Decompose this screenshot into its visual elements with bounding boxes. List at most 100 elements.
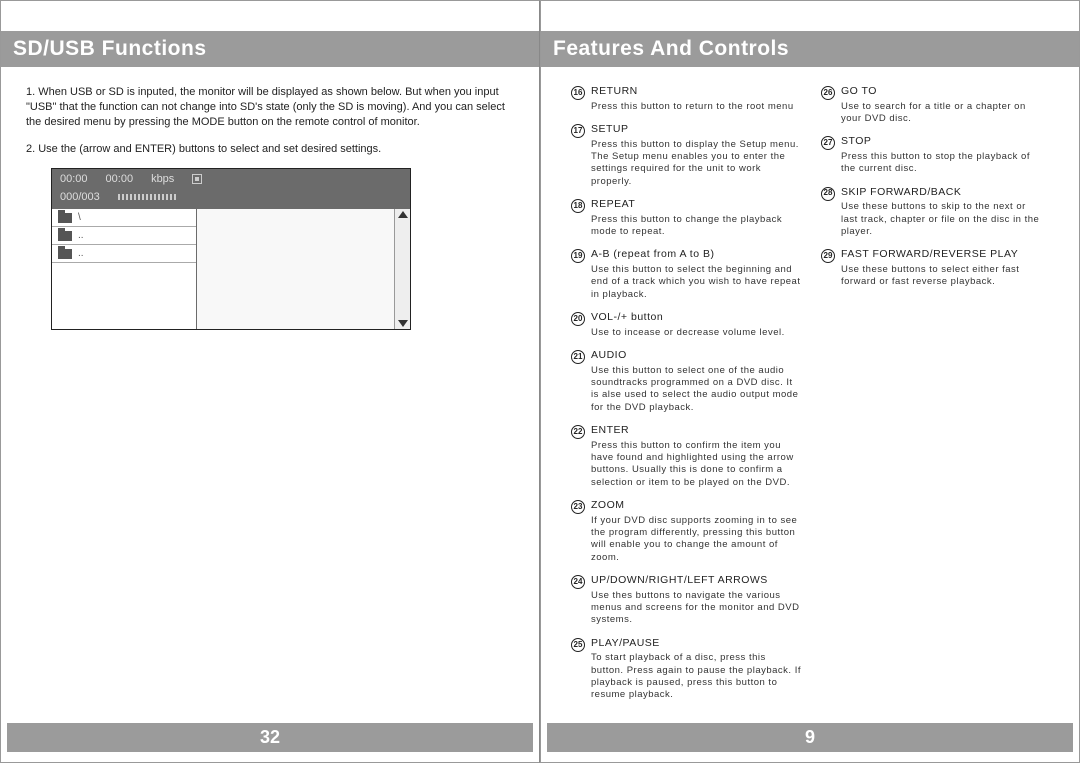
feature-title: UP/DOWN/RIGHT/LEFT ARROWS: [591, 574, 801, 588]
feature-title: GO TO: [841, 85, 1041, 99]
right-page-title: Features And Controls: [541, 31, 1079, 67]
feature-description: Press this button to confirm the item yo…: [591, 440, 801, 489]
feature-number-icon: 18: [571, 199, 585, 213]
feature-description: Use to incease or decrease volume level.: [591, 327, 785, 339]
list-item: \: [52, 209, 196, 227]
feature-text: ZOOM If your DVD disc supports zooming in…: [591, 499, 801, 564]
feature-description: Use thes buttons to navigate the various…: [591, 590, 801, 627]
folder-icon: [58, 213, 72, 223]
feature-item: 16 RETURNPress this button to return to t…: [571, 85, 801, 113]
progress-bar-icon: [118, 194, 178, 200]
paragraph-1: 1. When USB or SD is inputed, the monito…: [26, 85, 514, 130]
right-page-number: 9: [547, 723, 1073, 752]
scrollbar: [394, 209, 410, 329]
feature-item: 26 GO TOUse to search for a title or a ch…: [821, 85, 1041, 125]
feature-item: 18 REPEAT Press this button to change the …: [571, 198, 801, 238]
feature-title: ENTER: [591, 424, 801, 438]
feature-title: STOP: [841, 135, 1041, 149]
feature-text: VOL-/+ button Use to incease or decrease …: [591, 311, 785, 339]
feature-item: 17 SETUP Press this button to display the …: [571, 123, 801, 188]
monitor-body: \ .. ..: [52, 209, 410, 329]
feature-item: 22 ENTER Press this button to confirm the …: [571, 424, 801, 489]
feature-number-icon: 22: [571, 425, 585, 439]
feature-title: PLAY/PAUSE: [591, 637, 801, 651]
feature-number-icon: 26: [821, 86, 835, 100]
feature-text: SETUP Press this button to display the Se…: [591, 123, 801, 188]
folder-label: ..: [78, 248, 84, 259]
feature-title: SETUP: [591, 123, 801, 137]
monitor-header-row-1: 00:00 00:00 kbps: [52, 169, 410, 189]
feature-number-icon: 27: [821, 136, 835, 150]
feature-title: A-B (repeat from A to B): [591, 248, 801, 262]
feature-number-icon: 16: [571, 86, 585, 100]
time-elapsed: 00:00: [60, 173, 88, 185]
feature-text: PLAY/PAUSETo start playback of a disc, p…: [591, 637, 801, 702]
feature-number-icon: 17: [571, 124, 585, 138]
feature-description: Use this button to select the beginning …: [591, 264, 801, 301]
feature-item: 25 PLAY/PAUSETo start playback of a disc,…: [571, 637, 801, 702]
list-item: ..: [52, 245, 196, 263]
feature-number-icon: 23: [571, 500, 585, 514]
time-total: 00:00: [106, 173, 134, 185]
feature-title: VOL-/+ button: [591, 311, 785, 325]
folder-label: \: [78, 212, 81, 223]
paragraph-2: 2. Use the (arrow and ENTER) buttons to …: [26, 142, 514, 157]
monitor-header-row-2: 000/003: [52, 189, 410, 209]
feature-text: A-B (repeat from A to B) Use this button …: [591, 248, 801, 301]
feature-text: GO TOUse to search for a title or a chap…: [841, 85, 1041, 125]
feature-text: FAST FORWARD/REVERSE PLAY Use these butto…: [841, 248, 1041, 288]
left-page-number: 32: [7, 723, 533, 752]
kbps-label: kbps: [151, 173, 174, 185]
feature-description: Press this button to stop the playback o…: [841, 151, 1041, 176]
folder-label: ..: [78, 230, 84, 241]
feature-title: AUDIO: [591, 349, 801, 363]
features-column-1: 16 RETURNPress this button to return to t…: [571, 85, 801, 712]
stop-icon: [192, 174, 202, 184]
feature-number-icon: 24: [571, 575, 585, 589]
feature-description: If your DVD disc supports zooming in to …: [591, 515, 801, 564]
feature-item: 29 FAST FORWARD/REVERSE PLAY Use these but…: [821, 248, 1041, 288]
page-spread: SD/USB Functions 1. When USB or SD is in…: [0, 0, 1080, 763]
feature-number-icon: 28: [821, 187, 835, 201]
feature-text: SKIP FORWARD/BACKUse these buttons to sk…: [841, 186, 1041, 239]
list-item: ..: [52, 227, 196, 245]
feature-description: Use these buttons to skip to the next or…: [841, 201, 1041, 238]
folder-icon: [58, 231, 72, 241]
features-column-2: 26 GO TOUse to search for a title or a ch…: [821, 85, 1041, 712]
feature-item: 24 UP/DOWN/RIGHT/LEFT ARROWS Use thes butt…: [571, 574, 801, 627]
feature-text: ENTER Press this button to confirm the it…: [591, 424, 801, 489]
feature-number-icon: 25: [571, 638, 585, 652]
feature-text: REPEAT Press this button to change the pl…: [591, 198, 801, 238]
folder-icon: [58, 249, 72, 259]
monitor-mockup: 00:00 00:00 kbps 000/003 \ ..: [51, 168, 411, 330]
feature-text: UP/DOWN/RIGHT/LEFT ARROWS Use thes button…: [591, 574, 801, 627]
scroll-down-icon: [398, 320, 408, 327]
folder-list: \ .. ..: [52, 209, 197, 329]
feature-title: RETURN: [591, 85, 794, 99]
feature-text: AUDIO Use this button to select one of th…: [591, 349, 801, 414]
feature-number-icon: 29: [821, 249, 835, 263]
feature-text: RETURNPress this button to return to the…: [591, 85, 794, 113]
feature-title: SKIP FORWARD/BACK: [841, 186, 1041, 200]
feature-title: ZOOM: [591, 499, 801, 513]
left-page: SD/USB Functions 1. When USB or SD is in…: [0, 0, 540, 763]
feature-description: Press this button to display the Setup m…: [591, 139, 801, 188]
left-body-text: 1. When USB or SD is inputed, the monito…: [1, 85, 539, 156]
feature-title: FAST FORWARD/REVERSE PLAY: [841, 248, 1041, 262]
feature-item: 28 SKIP FORWARD/BACKUse these buttons to …: [821, 186, 1041, 239]
feature-description: Use these buttons to select either fast …: [841, 264, 1041, 289]
scroll-up-icon: [398, 211, 408, 218]
feature-item: 21 AUDIO Use this button to select one of …: [571, 349, 801, 414]
features-list: 16 RETURNPress this button to return to t…: [541, 85, 1079, 712]
feature-text: STOP Press this button to stop the playba…: [841, 135, 1041, 175]
feature-title: REPEAT: [591, 198, 801, 212]
left-page-title: SD/USB Functions: [1, 31, 539, 67]
feature-description: To start playback of a disc, press this …: [591, 652, 801, 701]
feature-number-icon: 19: [571, 249, 585, 263]
monitor-main-area: [197, 209, 394, 329]
feature-description: Press this button to change the playback…: [591, 214, 801, 239]
track-counter: 000/003: [60, 191, 100, 203]
feature-description: Use this button to select one of the aud…: [591, 365, 801, 414]
feature-number-icon: 20: [571, 312, 585, 326]
feature-number-icon: 21: [571, 350, 585, 364]
